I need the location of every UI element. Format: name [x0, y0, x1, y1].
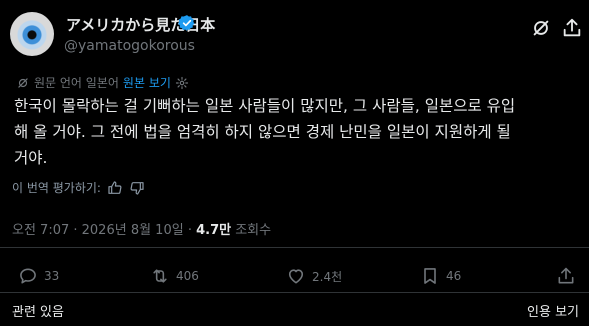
author-handle[interactable]: @yamatogokorous — [64, 38, 195, 54]
translation-language-label: 원문 언어 일본어 — [34, 76, 119, 90]
translate-icon[interactable] — [530, 17, 552, 39]
like-icon — [286, 266, 306, 286]
translation-info: 원문 언어 일본어 원본 보기 — [16, 74, 189, 91]
divider — [0, 292, 589, 293]
post-text: 한국이 몰락하는 걸 기뻐하는 일본 사람들이 많지만, 그 사람들, 일본으로… — [14, 97, 516, 167]
timestamp[interactable]: 오전 7:07 · 2026년 8월 10일 · — [12, 223, 196, 238]
share-icon[interactable] — [561, 17, 583, 39]
translation-rating: 이 번역 평가하기: — [12, 179, 145, 196]
view-quotes-link[interactable]: 인용 보기 — [527, 301, 579, 320]
repost-icon — [150, 266, 170, 286]
views-label: 조회수 — [231, 223, 272, 238]
reply-button[interactable]: 33 — [18, 266, 59, 286]
related-link[interactable]: 관련 있음 — [12, 301, 64, 320]
translate-small-icon — [16, 76, 30, 90]
bookmark-icon — [420, 266, 440, 286]
repost-count: 406 — [176, 269, 199, 283]
repost-button[interactable]: 406 — [150, 266, 199, 286]
share-icon — [556, 266, 576, 286]
verified-badge-icon — [178, 14, 196, 32]
show-original-link[interactable]: 원본 보기 — [123, 74, 171, 91]
avatar[interactable] — [10, 12, 54, 56]
rating-label: 이 번역 평가하기: — [12, 181, 101, 195]
views-count: 4.7만 — [196, 223, 232, 238]
gear-icon[interactable] — [175, 76, 189, 90]
thumbs-up-icon[interactable] — [107, 180, 123, 196]
bookmark-button[interactable]: 46 — [420, 266, 461, 286]
post-meta: 오전 7:07 · 2026년 8월 10일 · 4.7만 조회수 — [12, 219, 271, 238]
like-count: 2.4천 — [312, 269, 343, 284]
reply-icon — [18, 266, 38, 286]
like-button[interactable]: 2.4천 — [286, 266, 342, 286]
share-action-button[interactable] — [556, 266, 576, 286]
bookmark-count: 46 — [446, 269, 462, 283]
reply-count: 33 — [44, 269, 60, 283]
thumbs-down-icon[interactable] — [129, 180, 145, 196]
divider — [0, 247, 589, 248]
